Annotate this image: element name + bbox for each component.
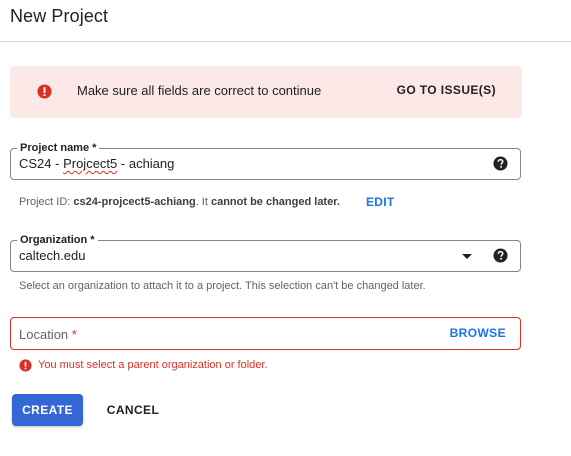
location-placeholder: Location *: [19, 327, 77, 342]
edit-project-id-link[interactable]: EDIT: [366, 195, 395, 209]
browse-button[interactable]: BROWSE: [450, 326, 506, 340]
organization-hint: Select an organization to attach it to a…: [19, 280, 426, 292]
location-placeholder-text: Location: [19, 327, 72, 342]
page-title: New Project: [10, 6, 109, 26]
project-id-emphasis: cannot be changed later.: [210, 196, 340, 208]
project-name-value-suffix: - achiang: [117, 156, 175, 171]
cancel-button[interactable]: CANCEL: [97, 394, 169, 426]
project-id-prefix: Project ID:: [19, 196, 74, 208]
error-icon: [19, 359, 32, 375]
project-name-misspelled-word: Projcect5: [63, 156, 118, 171]
go-to-issues-button[interactable]: GO TO ISSUE(S): [397, 83, 496, 97]
help-icon[interactable]: [493, 248, 508, 268]
create-button[interactable]: CREATE: [12, 394, 83, 426]
project-id-middle: . It: [195, 196, 211, 208]
project-name-value[interactable]: CS24 - Projcect5 - achiang: [19, 156, 174, 171]
project-name-field[interactable]: Project name * CS24 - Projcect5 - achian…: [10, 141, 521, 180]
location-required-mark: *: [71, 327, 77, 342]
project-id-hint: Project ID: cs24-projcect5-achiang. It c…: [19, 196, 340, 208]
project-id-value: cs24-projcect5-achiang: [73, 196, 196, 208]
new-project-page: New Project Make sure all fields are cor…: [0, 0, 571, 456]
project-name-value-prefix: CS24 -: [19, 156, 64, 171]
dropdown-arrow-icon[interactable]: [462, 254, 472, 259]
banner-message: Make sure all fields are correct to cont…: [77, 83, 322, 98]
location-field[interactable]: Location * BROWSE: [10, 317, 521, 350]
header-divider: [0, 41, 571, 42]
help-icon[interactable]: [493, 156, 508, 176]
organization-select[interactable]: Organization * caltech.edu: [10, 233, 521, 272]
organization-label: Organization *: [17, 233, 98, 247]
location-error-text: You must select a parent organization or…: [38, 359, 268, 371]
error-banner: Make sure all fields are correct to cont…: [10, 66, 522, 118]
project-name-label: Project name *: [17, 141, 100, 155]
error-icon: [37, 84, 52, 104]
organization-value: caltech.edu: [19, 248, 86, 263]
